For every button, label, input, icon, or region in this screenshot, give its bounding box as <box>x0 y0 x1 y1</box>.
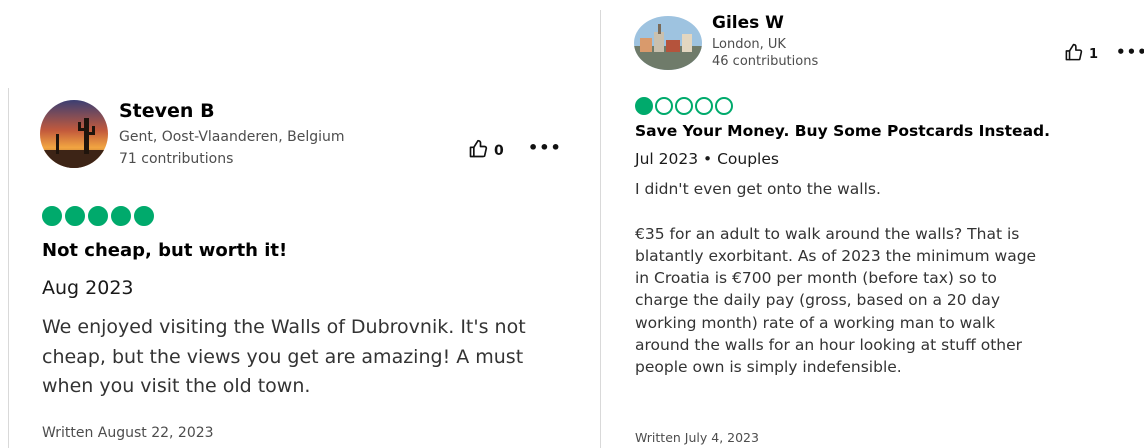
rating-bubble-filled <box>111 206 131 226</box>
rating-bubble-empty <box>675 97 693 115</box>
city-skyline-avatar-image <box>634 16 702 70</box>
rating-bubble-filled <box>42 206 62 226</box>
helpful-vote-button[interactable]: 0 <box>468 139 504 163</box>
rating-bubbles <box>42 206 154 226</box>
reviewer-location: Gent, Oost-Vlaanderen, Belgium <box>119 129 345 145</box>
review-body: I didn't even get onto the walls. €35 fo… <box>635 180 1037 377</box>
rating-bubble-empty <box>655 97 673 115</box>
written-date: Written August 22, 2023 <box>42 425 214 441</box>
thumbs-up-icon <box>468 139 488 163</box>
more-options-button[interactable]: ••• <box>528 138 562 157</box>
reviewer-contributions: 71 contributions <box>119 151 234 167</box>
reviewer-contributions: 46 contributions <box>712 54 819 69</box>
written-date: Written July 4, 2023 <box>635 430 759 445</box>
rating-bubbles <box>635 97 733 115</box>
avatar[interactable] <box>40 100 108 168</box>
review-title[interactable]: Not cheap, but worth it! <box>42 240 287 261</box>
thumbs-up-icon <box>1064 43 1083 66</box>
rating-bubble-filled <box>635 97 653 115</box>
review-date: Jul 2023 • Couples <box>635 150 779 168</box>
rating-bubble-empty <box>695 97 713 115</box>
desert-sunset-avatar-image <box>40 100 108 168</box>
reviewer-name[interactable]: Steven B <box>119 100 215 122</box>
rating-bubble-filled <box>65 206 85 226</box>
helpful-count: 0 <box>494 143 504 159</box>
helpful-vote-button[interactable]: 1 <box>1064 43 1098 66</box>
more-options-button[interactable]: ••• <box>1116 43 1144 61</box>
reviewer-location: London, UK <box>712 37 786 52</box>
rating-bubble-filled <box>88 206 108 226</box>
review-date: Aug 2023 <box>42 277 134 299</box>
review-card: Giles W London, UK 46 contributions 1 ••… <box>601 0 1144 448</box>
review-card: Steven B Gent, Oost-Vlaanderen, Belgium … <box>0 0 600 448</box>
reviewer-name[interactable]: Giles W <box>712 13 784 33</box>
helpful-count: 1 <box>1089 47 1099 62</box>
rating-bubble-filled <box>134 206 154 226</box>
avatar[interactable] <box>634 16 702 70</box>
review-title[interactable]: Save Your Money. Buy Some Postcards Inst… <box>635 122 1050 140</box>
rating-bubble-empty <box>715 97 733 115</box>
review-body: We enjoyed visiting the Walls of Dubrovn… <box>42 316 526 397</box>
